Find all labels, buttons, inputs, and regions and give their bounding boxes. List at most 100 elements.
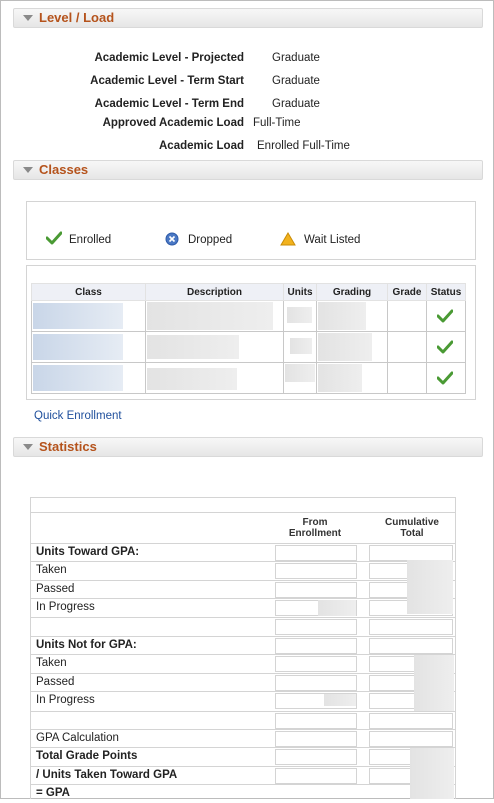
status-cell <box>426 300 466 332</box>
statistics-header[interactable]: Statistics <box>13 437 483 457</box>
cumulative-total-cell <box>369 638 453 654</box>
legend-enrolled: Enrolled <box>69 234 112 246</box>
stat-row: Taken <box>31 561 455 580</box>
check-icon <box>437 371 453 385</box>
from-enrollment-cell <box>275 582 357 598</box>
redacted-block <box>33 303 123 329</box>
col-header-from-enrollment: From Enrollment <box>288 517 342 539</box>
redacted-block <box>33 365 123 391</box>
check-icon <box>437 340 453 354</box>
check-icon <box>437 309 453 323</box>
legend-dropped: Dropped <box>188 234 233 246</box>
col-header-description[interactable]: Description <box>145 283 284 301</box>
stat-row: Units Toward GPA: <box>31 543 455 562</box>
value-level-term-end: Graduate <box>272 98 320 110</box>
status-cell <box>426 331 466 363</box>
label-level-projected: Academic Level - Projected <box>94 52 244 64</box>
from-enrollment-cell <box>275 731 357 747</box>
from-enrollment-cell <box>275 619 357 635</box>
value-level-projected: Graduate <box>272 52 320 64</box>
cumulative-total-cell <box>369 713 453 729</box>
stat-row-label: = GPA <box>36 787 70 799</box>
col-header-class[interactable]: Class <box>31 283 146 301</box>
cumulative-total-cell <box>369 731 453 747</box>
table-row <box>31 300 466 332</box>
dropped-icon <box>165 232 179 246</box>
grade-cell <box>387 300 427 332</box>
description-cell <box>145 331 284 363</box>
value-approved-load: Full-Time <box>253 117 301 129</box>
stat-row-label: Total Grade Points <box>36 750 138 762</box>
stat-row: Passed <box>31 673 455 692</box>
collapse-triangle-icon[interactable] <box>23 444 33 450</box>
value-academic-load: Enrolled Full-Time <box>257 140 350 152</box>
col-header-units[interactable]: Units <box>283 283 317 301</box>
from-enrollment-cell <box>275 768 357 784</box>
section-title-classes: Classes <box>39 162 89 177</box>
stat-row: / Units Taken Toward GPA <box>31 766 455 785</box>
label-level-term-end: Academic Level - Term End <box>94 98 244 110</box>
grading-cell <box>316 331 388 363</box>
legend-wait-listed: Wait Listed <box>304 234 361 246</box>
redacted-block <box>318 364 362 392</box>
label-level-term-start: Academic Level - Term Start <box>90 75 244 87</box>
redacted-block <box>407 560 453 614</box>
redacted-block <box>290 338 312 354</box>
redacted-block <box>318 600 356 616</box>
level-load-header[interactable]: Level / Load <box>13 8 483 28</box>
stat-row-label: Passed <box>36 676 75 688</box>
redacted-block <box>147 335 239 359</box>
stat-row: Taken <box>31 654 455 673</box>
cumulative-total-cell <box>369 545 453 561</box>
redacted-block <box>285 364 315 382</box>
stat-row-label: Units Not for GPA: <box>36 639 137 651</box>
cumulative-total-cell <box>369 619 453 635</box>
redacted-block <box>147 302 273 330</box>
table-row <box>31 331 466 363</box>
classes-header[interactable]: Classes <box>13 160 483 180</box>
from-enrollment-cell <box>275 545 357 561</box>
col-header-status[interactable]: Status <box>426 283 466 301</box>
class-cell[interactable] <box>31 331 146 363</box>
quick-enrollment-link[interactable]: Quick Enrollment <box>34 410 122 422</box>
from-enrollment-cell <box>275 749 357 765</box>
section-title-statistics: Statistics <box>39 439 97 454</box>
from-enrollment-cell <box>275 713 357 729</box>
stat-row-label: GPA Calculation <box>36 732 119 744</box>
classes-table: Class Description Units Grading Grade St… <box>31 283 466 394</box>
class-cell[interactable] <box>31 300 146 332</box>
description-cell <box>145 362 284 394</box>
value-level-term-start: Graduate <box>272 75 320 87</box>
label-approved-load: Approved Academic Load <box>102 117 244 129</box>
check-icon <box>46 231 62 245</box>
col-header-grade[interactable]: Grade <box>387 283 427 301</box>
class-cell[interactable] <box>31 362 146 394</box>
classes-header-row: Class Description Units Grading Grade St… <box>31 283 466 301</box>
stat-row: Passed <box>31 580 455 599</box>
stat-row: In Progress <box>31 598 455 617</box>
redacted-block <box>287 307 312 323</box>
stat-row-label: In Progress <box>36 694 95 706</box>
stat-row <box>31 617 455 636</box>
from-enrollment-cell <box>275 675 357 691</box>
col-header-grading[interactable]: Grading <box>316 283 388 301</box>
redacted-block <box>410 748 454 799</box>
section-title-level-load: Level / Load <box>39 10 115 25</box>
stat-row: GPA Calculation <box>31 729 455 748</box>
stat-row: = GPA <box>31 784 455 803</box>
stat-row: Total Grade Points <box>31 747 455 766</box>
units-cell <box>283 331 317 363</box>
stat-row-label: Taken <box>36 657 67 669</box>
stat-row-label: In Progress <box>36 601 95 613</box>
stat-row-label: / Units Taken Toward GPA <box>36 769 178 781</box>
warning-icon <box>280 232 296 246</box>
stat-row: Units Not for GPA: <box>31 636 455 655</box>
collapse-triangle-icon[interactable] <box>23 15 33 21</box>
stat-row-label: Taken <box>36 564 67 576</box>
redacted-block <box>324 694 356 706</box>
units-cell <box>283 300 317 332</box>
from-enrollment-cell <box>275 656 357 672</box>
label-academic-load: Academic Load <box>159 140 244 152</box>
status-legend <box>26 201 476 260</box>
collapse-triangle-icon[interactable] <box>23 167 33 173</box>
